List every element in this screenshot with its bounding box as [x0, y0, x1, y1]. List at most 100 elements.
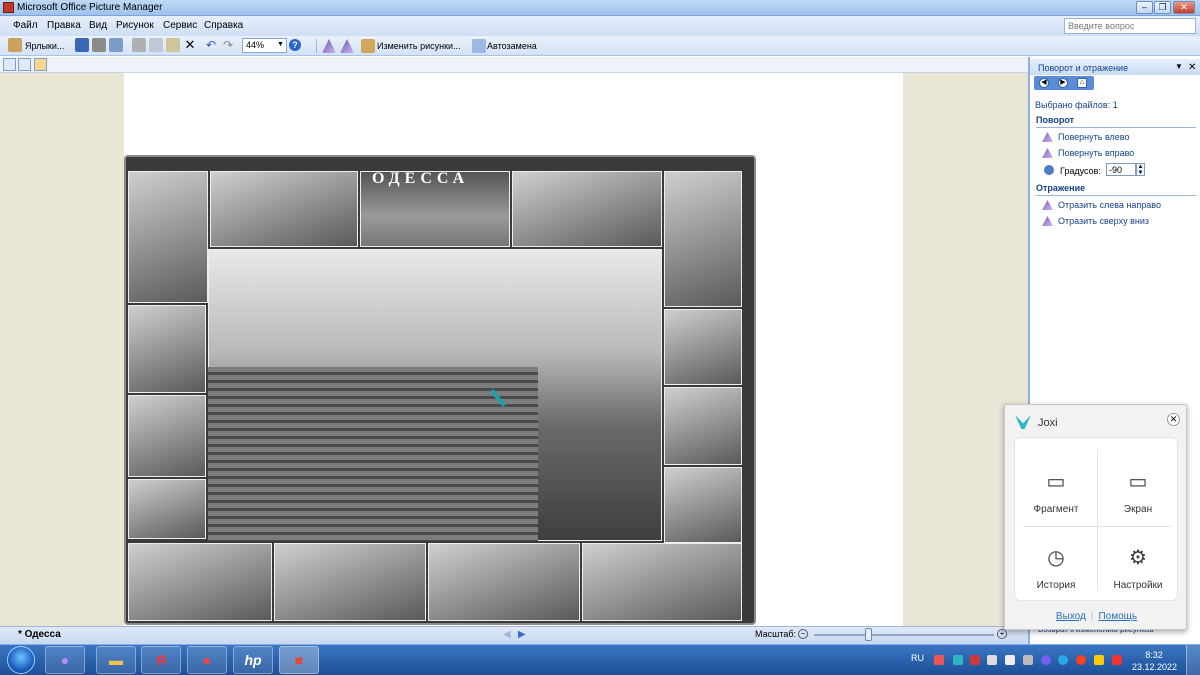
system-clock[interactable]: 8:32 23.12.2022 — [1132, 649, 1178, 673]
language-indicator[interactable]: RU — [911, 653, 924, 663]
joxi-footer-links: Выход | Помощь — [1005, 611, 1188, 622]
close-window-button[interactable]: ✕ — [1173, 1, 1195, 14]
rotate-left-link[interactable]: Повернуть влево — [1058, 132, 1129, 142]
joxi-settings-button[interactable]: ⚙ Настройки — [1097, 520, 1179, 598]
zoom-slider-thumb[interactable] — [864, 628, 872, 641]
copy-icon[interactable] — [149, 38, 163, 52]
joxi-exit-link[interactable]: Выход — [1056, 611, 1086, 622]
joxi-history-button[interactable]: ◷ История — [1015, 520, 1097, 598]
single-picture-view-icon[interactable] — [34, 58, 47, 71]
maximize-button[interactable]: ❐ — [1154, 1, 1171, 14]
redo-icon[interactable]: ↷ — [221, 38, 235, 52]
tray-app-icon[interactable] — [934, 655, 944, 665]
sculpture-photo — [664, 309, 742, 385]
paste-icon[interactable] — [166, 38, 180, 52]
minimize-button[interactable]: – — [1136, 1, 1153, 14]
filmstrip-view-icon[interactable] — [18, 58, 31, 71]
menu-file[interactable]: Файл — [13, 20, 38, 31]
hp-icon: hp — [244, 652, 262, 668]
shortcuts-icon[interactable] — [8, 38, 22, 52]
tray-yandex-icon[interactable] — [1076, 655, 1086, 665]
tray-yandex-disk-icon[interactable] — [1094, 655, 1104, 665]
street-photo — [128, 479, 206, 539]
shortcuts-label[interactable]: Ярлыки... — [25, 41, 64, 51]
photo-caption: ОДЕССА — [372, 170, 470, 187]
undo-icon[interactable]: ↶ — [204, 38, 218, 52]
folder-icon: ▬ — [109, 652, 123, 668]
edit-pictures-icon[interactable] — [361, 39, 375, 53]
taskbar-yandex-browser-app[interactable]: ● — [187, 646, 227, 674]
thumbnail-view-icon[interactable] — [3, 58, 16, 71]
alice-icon: ● — [60, 652, 70, 668]
tray-telegram-icon[interactable] — [1058, 655, 1068, 665]
flip-vertical-link[interactable]: Отразить сверху вниз — [1058, 216, 1149, 226]
memorial-photo — [274, 543, 426, 621]
odessa-postcard-photo[interactable] — [124, 155, 756, 625]
task-pane-close-icon[interactable]: ✕ — [1188, 62, 1196, 73]
help-icon[interactable]: ? — [289, 39, 301, 51]
print-icon[interactable] — [92, 38, 106, 52]
opera-house-photo — [512, 171, 662, 247]
clock-date: 23.12.2022 — [1132, 662, 1178, 672]
menu-edit[interactable]: Правка — [47, 20, 81, 31]
taskbar-hp-app[interactable]: hp — [233, 646, 273, 674]
degrees-input[interactable]: -90 — [1106, 163, 1136, 176]
tray-viber-icon[interactable] — [1041, 655, 1051, 665]
cut-icon[interactable] — [132, 38, 146, 52]
joxi-settings-label: Настройки — [1113, 580, 1163, 591]
taskbar-alice-app[interactable]: ● — [45, 646, 85, 674]
rotate-section-divider — [1036, 127, 1196, 128]
tray-joxi-icon[interactable] — [953, 655, 963, 665]
zoom-dropdown-chevron-icon[interactable]: ▼ — [277, 41, 284, 48]
start-button[interactable] — [7, 646, 35, 674]
taskbar-yandex-app[interactable]: Я — [141, 646, 181, 674]
tray-security-icon[interactable] — [970, 655, 980, 665]
flip-horizontal-link[interactable]: Отразить слева направо — [1058, 200, 1161, 210]
delete-icon[interactable]: ✕ — [183, 38, 197, 52]
tray-antivirus-icon[interactable] — [1112, 655, 1122, 665]
zoom-slider-track[interactable] — [814, 634, 994, 636]
degrees-label: Градусов: — [1060, 166, 1101, 176]
tray-volume-icon[interactable] — [1005, 655, 1015, 665]
menu-view[interactable]: Вид — [89, 20, 107, 31]
rotate-right-link[interactable]: Повернуть вправо — [1058, 148, 1134, 158]
autocorrect-button[interactable]: Автозамена — [487, 41, 537, 51]
rotate-section-heading: Поворот — [1036, 115, 1075, 125]
taskbar-explorer-app[interactable]: ▬ — [96, 646, 136, 674]
rotate-by-degrees-icon — [1044, 165, 1054, 175]
zoom-out-icon[interactable]: − — [798, 629, 808, 639]
next-picture-icon[interactable]: ▶ — [518, 629, 526, 640]
ask-question-input[interactable]: Введите вопрос — [1064, 18, 1196, 34]
task-pane-menu-chevron-icon[interactable]: ▼ — [1175, 62, 1183, 71]
mail-icon[interactable] — [109, 38, 123, 52]
show-desktop-button[interactable] — [1186, 645, 1200, 675]
save-icon[interactable] — [75, 38, 89, 52]
fountain-photo — [128, 305, 206, 393]
edit-pictures-button[interactable]: Изменить рисунки... — [377, 41, 461, 51]
yandex-browser-icon: ● — [202, 652, 212, 668]
menu-help[interactable]: Справка — [204, 20, 243, 31]
menu-picture[interactable]: Рисунок — [116, 20, 154, 31]
previous-picture-icon[interactable]: ◀ — [503, 629, 511, 640]
menu-tools[interactable]: Сервис — [163, 20, 197, 31]
back-arrow-icon[interactable]: ◀ — [1039, 78, 1049, 88]
joxi-screen-button[interactable]: ▭ Экран — [1097, 444, 1179, 522]
picture-manager-window: Microsoft Office Picture Manager – ❐ ✕ Ф… — [0, 0, 1200, 675]
settings-gear-icon: ⚙ — [1129, 547, 1147, 569]
flip-horizontal-icon — [1042, 200, 1053, 210]
task-pane-header: Поворот и отражение ▼ ✕ — [1030, 59, 1200, 75]
joxi-close-icon[interactable]: ✕ — [1167, 413, 1180, 426]
taskbar-picture-manager-app[interactable]: ■ — [279, 646, 319, 674]
autocorrect-icon[interactable] — [472, 39, 486, 53]
zoom-in-icon[interactable]: + — [997, 629, 1007, 639]
forward-arrow-icon[interactable]: ▶ — [1058, 78, 1068, 88]
joxi-fragment-button[interactable]: ▭ Фрагмент — [1015, 444, 1097, 522]
zoom-scale-label: Масштаб: — [755, 629, 797, 639]
yandex-icon: Я — [155, 652, 167, 668]
home-icon[interactable]: ⌂ — [1077, 78, 1087, 88]
tray-network-icon[interactable] — [987, 655, 997, 665]
tray-flag-icon[interactable] — [1023, 655, 1033, 665]
boulevard-photo — [428, 543, 580, 621]
degrees-spinner[interactable]: ▲ ▼ — [1136, 163, 1145, 176]
joxi-help-link[interactable]: Помощь — [1098, 611, 1137, 622]
